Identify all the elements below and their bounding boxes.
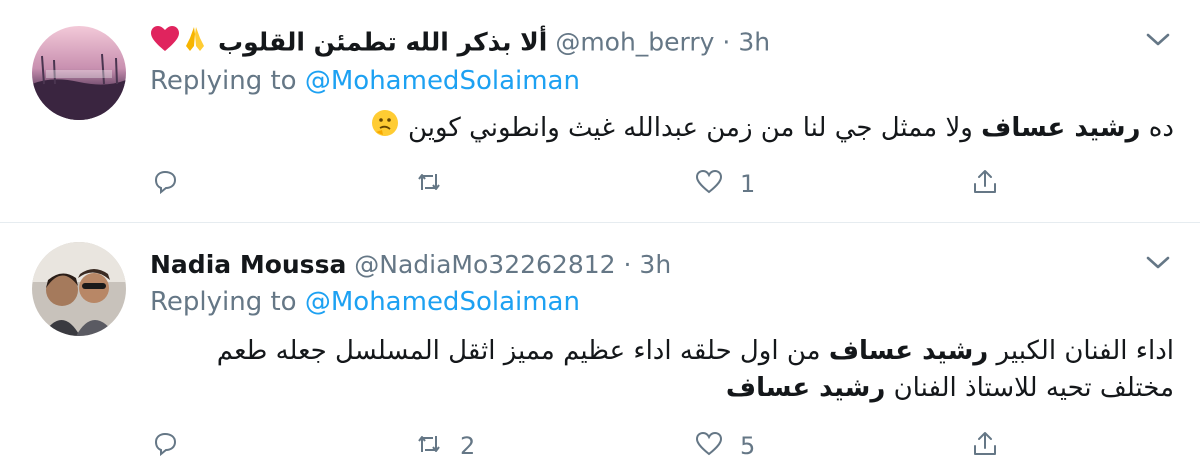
timestamp[interactable]: 3h xyxy=(639,250,671,279)
tweet-actions: 2 5 xyxy=(150,426,1010,466)
tweet-text: ده رشيد عساف ولا ممثل جي لنا من زمن عبدا… xyxy=(150,108,1174,149)
replying-prefix: Replying to xyxy=(150,66,297,96)
retweet-button[interactable] xyxy=(414,164,460,204)
user-handle[interactable]: @moh_berry xyxy=(555,28,714,57)
display-name[interactable]: ألا بذكر الله تطمئن القلوب xyxy=(218,28,547,57)
like-button[interactable]: 1 xyxy=(694,164,755,204)
tweet-text-bold: رشيد عساف xyxy=(981,113,1141,143)
retweet-button[interactable]: 2 xyxy=(414,426,475,466)
user-handle[interactable]: @NadiaMo32262812 xyxy=(354,250,615,279)
avatar[interactable] xyxy=(32,242,126,336)
display-name[interactable]: Nadia Moussa xyxy=(150,250,346,279)
tweet-text-bold: رشيد عساف xyxy=(828,336,989,366)
retweet-icon xyxy=(414,167,444,201)
reply-icon xyxy=(150,429,180,463)
share-button[interactable] xyxy=(970,164,1000,204)
share-icon xyxy=(970,167,1000,201)
replying-mention-link[interactable]: @MohamedSolaiman xyxy=(305,287,580,317)
retweet-count: 2 xyxy=(460,432,476,460)
separator-dot: · xyxy=(722,27,731,57)
reply-button[interactable] xyxy=(150,426,196,466)
tweet-text-part: اداء الفنان الكبير xyxy=(988,336,1175,366)
red-heart-icon xyxy=(150,25,180,62)
retweet-icon xyxy=(414,429,444,463)
avatar[interactable] xyxy=(32,26,126,120)
share-button[interactable] xyxy=(970,426,1000,466)
tweet-text-part: ده xyxy=(1140,113,1174,143)
reply-icon xyxy=(150,167,180,201)
tweet[interactable]: ألا بذكر الله تطمئن القلوب @moh_berry · … xyxy=(0,0,1200,223)
tweet-text: اداء الفنان الكبير رشيد عساف من اول حلقه… xyxy=(150,333,1174,407)
replying-prefix: Replying to xyxy=(150,287,297,317)
heart-icon xyxy=(694,429,724,463)
like-count: 5 xyxy=(740,432,756,460)
heart-icon xyxy=(694,167,724,201)
tweet-header: Nadia Moussa @NadiaMo32262812 · 3h xyxy=(150,248,1140,282)
replying-to: Replying to @MohamedSolaiman xyxy=(150,287,580,317)
tweet-actions: 1 xyxy=(150,164,1010,204)
replying-mention-link[interactable]: @MohamedSolaiman xyxy=(305,66,580,96)
reply-button[interactable] xyxy=(150,164,196,204)
replying-to: Replying to @MohamedSolaiman xyxy=(150,66,580,96)
timestamp[interactable]: 3h xyxy=(738,28,770,57)
thinking-face-icon xyxy=(370,108,400,149)
like-button[interactable]: 5 xyxy=(694,426,755,466)
folded-hands-icon xyxy=(180,24,210,63)
tweet-text-part: ولا ممثل جي لنا من زمن عبدالله غيث وانطو… xyxy=(399,113,982,143)
chevron-down-icon[interactable] xyxy=(1144,30,1172,50)
tweet-header: ألا بذكر الله تطمئن القلوب @moh_berry · … xyxy=(150,24,1140,58)
like-count: 1 xyxy=(740,170,756,198)
tweet-text-bold: رشيد عساف xyxy=(725,373,886,403)
tweet[interactable]: Nadia Moussa @NadiaMo32262812 · 3h Reply… xyxy=(0,223,1200,460)
chevron-down-icon[interactable] xyxy=(1144,253,1172,273)
separator-dot: · xyxy=(623,250,632,279)
share-icon xyxy=(970,429,1000,463)
